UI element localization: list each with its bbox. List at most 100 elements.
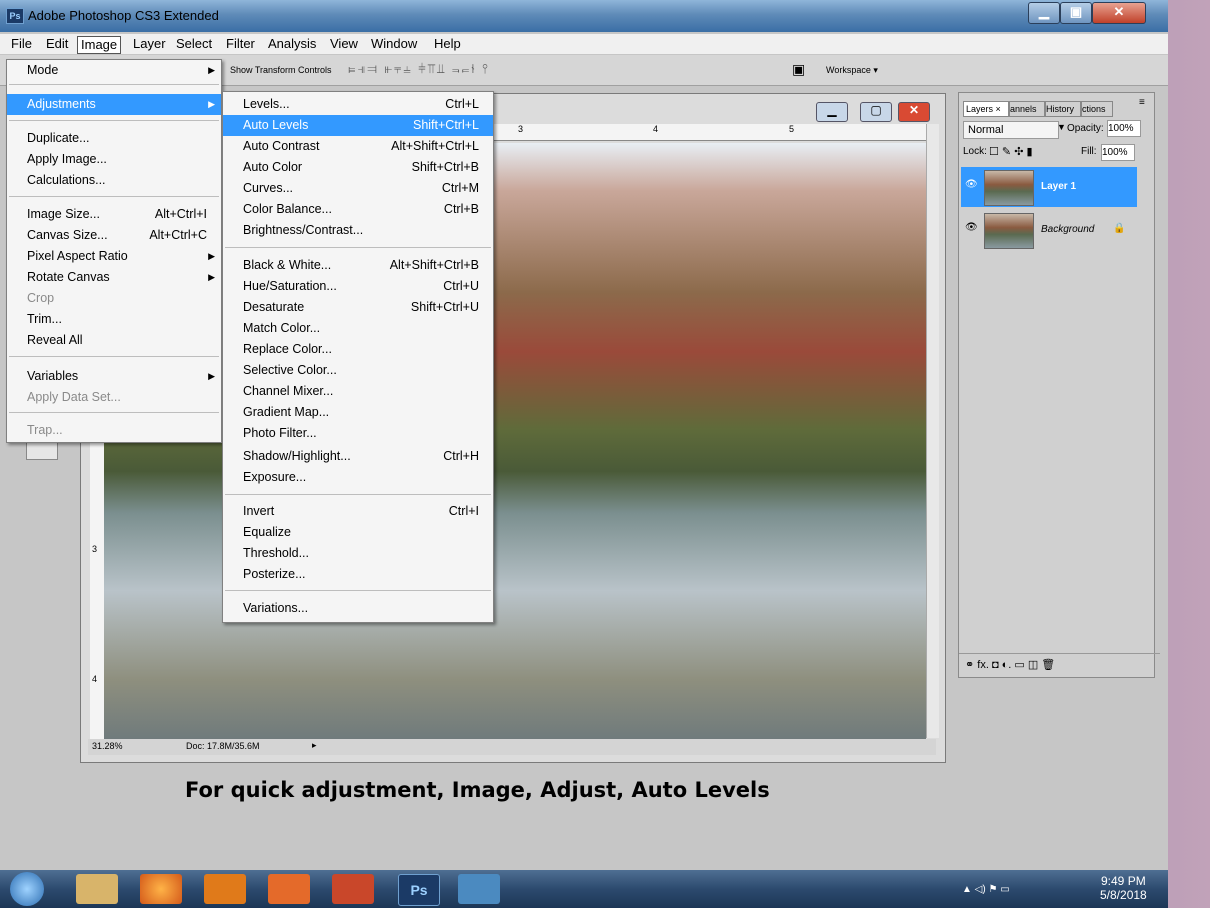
eye-icon[interactable]: 👁 xyxy=(965,179,978,190)
tab-channels[interactable]: annels xyxy=(1009,101,1045,117)
maximize-icon: ▢ xyxy=(870,103,882,117)
menu-window[interactable]: Window xyxy=(368,36,420,52)
menu-item-posterize[interactable]: Posterize... xyxy=(223,564,493,585)
menu-item-brightness-contrast[interactable]: Brightness/Contrast... xyxy=(223,220,493,241)
submenu-arrow-icon: ▶ xyxy=(208,272,215,282)
zoom-level[interactable]: 31.28% xyxy=(92,741,123,751)
close-button[interactable]: ✕ xyxy=(1092,2,1146,24)
eye-icon[interactable]: 👁 xyxy=(965,222,978,233)
menu-item-calculations[interactable]: Calculations... xyxy=(7,170,221,191)
doc-close-button[interactable]: ✕ xyxy=(898,102,930,122)
menu-item-selective-color[interactable]: Selective Color... xyxy=(223,360,493,381)
tab-history[interactable]: History xyxy=(1045,101,1081,117)
menu-item-curves[interactable]: Curves... Ctrl+M xyxy=(223,178,493,199)
menu-analysis[interactable]: Analysis xyxy=(265,36,319,52)
show-transform-controls[interactable]: Show Transform Controls xyxy=(230,65,332,75)
document-status-bar: 31.28% Doc: 17.8M/35.6M ▸ xyxy=(88,739,936,755)
menu-item-color-balance[interactable]: Color Balance... Ctrl+B xyxy=(223,199,493,220)
layers-footer-icons[interactable]: ⚭ fx. ◘ ◐. ▭ ◫ 🗑 xyxy=(959,653,1160,676)
fill-field[interactable]: 100% xyxy=(1101,144,1135,161)
lock-label: Lock: xyxy=(963,146,987,157)
tray-icons[interactable]: ▲ ◁) ⚑ ▭ xyxy=(962,884,1010,895)
menu-item-variables[interactable]: Variables ▶ xyxy=(7,366,221,387)
menu-filter[interactable]: Filter xyxy=(223,36,258,52)
media-player-icon[interactable] xyxy=(204,874,246,904)
minimize-icon: ▁ xyxy=(827,103,837,117)
submenu-arrow-icon: ▶ xyxy=(208,371,215,381)
doc-minimize-button[interactable]: ▁ xyxy=(816,102,848,122)
maximize-button[interactable]: ▣ xyxy=(1060,2,1092,24)
firefox-icon[interactable] xyxy=(140,874,182,904)
file-explorer-icon[interactable] xyxy=(76,874,118,904)
layers-panel: Layers × annels History ctions ≡ Normal … xyxy=(958,92,1160,678)
menu-item-trim[interactable]: Trim... xyxy=(7,309,221,330)
layer-row-layer-1[interactable]: 👁 Layer 1 xyxy=(961,167,1137,207)
menu-file[interactable]: File xyxy=(8,36,35,52)
minimize-button[interactable]: ▁ xyxy=(1028,2,1060,24)
fill-label: Fill: xyxy=(1081,146,1097,157)
photoshop-taskbar-button[interactable]: Ps xyxy=(398,874,440,906)
menu-select[interactable]: Select xyxy=(173,36,215,52)
menu-item-replace-color[interactable]: Replace Color... xyxy=(223,339,493,360)
blend-mode-select[interactable]: Normal xyxy=(963,121,1059,139)
menu-item-gradient-map[interactable]: Gradient Map... xyxy=(223,402,493,423)
ruler-tick-label: 4 xyxy=(92,674,98,684)
menu-item-black-white[interactable]: Black & White... Alt+Shift+Ctrl+B xyxy=(223,255,493,276)
menu-item-levels[interactable]: Levels... Ctrl+L xyxy=(223,94,493,115)
opacity-field[interactable]: 100% xyxy=(1107,120,1141,137)
menu-item-mode[interactable]: Mode ▶ xyxy=(7,60,221,81)
menu-item-exposure[interactable]: Exposure... xyxy=(223,467,493,488)
menu-item-adjustments[interactable]: Adjustments ▶ xyxy=(7,94,221,115)
doc-maximize-button[interactable]: ▢ xyxy=(860,102,892,122)
adjustments-submenu: Levels... Ctrl+L Auto Levels Shift+Ctrl+L … xyxy=(222,91,494,623)
submenu-arrow-icon: ▶ xyxy=(208,65,215,75)
menu-item-auto-levels[interactable]: Auto Levels Shift+Ctrl+L xyxy=(223,115,493,136)
menu-item-canvas-size[interactable]: Canvas Size... Alt+Ctrl+C xyxy=(7,225,221,246)
menu-item-crop: Crop xyxy=(27,291,55,305)
menu-item-variations[interactable]: Variations... xyxy=(223,598,493,619)
lock-icons[interactable]: ☐ ✎ ✣ ▮ xyxy=(989,145,1033,158)
ruler-tick-label: 3 xyxy=(518,124,524,134)
menu-item-auto-color[interactable]: Auto Color Shift+Ctrl+B xyxy=(223,157,493,178)
align-icons[interactable]: ⫢⫣⫤ ⫦⫧⫨ ⫩⫪⫫ ⫬⫭⫮ ⫯ xyxy=(348,61,490,77)
close-icon: ✕ xyxy=(908,103,920,117)
title-bar[interactable]: Ps Adobe Photoshop CS3 Extended ▁ ▣ ✕ xyxy=(0,0,1168,32)
mail-icon[interactable] xyxy=(268,874,310,904)
doc-scrollbar-vertical[interactable] xyxy=(926,124,939,738)
chevron-down-icon: ▼ xyxy=(1057,122,1066,132)
tab-layers[interactable]: Layers × xyxy=(963,101,1009,117)
status-arrow-icon[interactable]: ▸ xyxy=(312,740,317,751)
menu-item-apply-image[interactable]: Apply Image... xyxy=(7,149,221,170)
menu-edit[interactable]: Edit xyxy=(43,36,71,52)
menu-item-pixel-aspect-ratio[interactable]: Pixel Aspect Ratio ▶ xyxy=(7,246,221,267)
menu-item-rotate-canvas[interactable]: Rotate Canvas ▶ xyxy=(7,267,221,288)
menu-item-threshold[interactable]: Threshold... xyxy=(223,543,493,564)
menu-item-equalize[interactable]: Equalize xyxy=(223,522,493,543)
menu-item-invert[interactable]: Invert Ctrl+I xyxy=(223,501,493,522)
menu-item-channel-mixer[interactable]: Channel Mixer... xyxy=(223,381,493,402)
start-button[interactable] xyxy=(10,872,44,906)
layer-row-background[interactable]: 👁 Background 🔒 xyxy=(961,210,1137,250)
workspace-dropdown[interactable]: Workspace ▾ xyxy=(826,65,878,76)
panel-menu-icon[interactable]: ≡ xyxy=(1139,97,1145,108)
menu-item-match-color[interactable]: Match Color... xyxy=(223,318,493,339)
menu-image[interactable]: Image xyxy=(77,36,122,54)
menu-item-desaturate[interactable]: Desaturate Shift+Ctrl+U xyxy=(223,297,493,318)
powerpoint-icon[interactable] xyxy=(332,874,374,904)
photos-icon[interactable] xyxy=(458,874,500,904)
photoshop-logo-icon: Ps xyxy=(6,8,24,24)
menu-item-reveal-all[interactable]: Reveal All xyxy=(7,330,221,351)
close-icon: ✕ xyxy=(1113,4,1125,19)
tab-actions[interactable]: ctions xyxy=(1081,101,1113,117)
menu-item-hue-saturation[interactable]: Hue/Saturation... Ctrl+U xyxy=(223,276,493,297)
ruler-tick-label: 4 xyxy=(653,124,659,134)
menu-item-image-size[interactable]: Image Size... Alt+Ctrl+I xyxy=(7,204,221,225)
menu-view[interactable]: View xyxy=(327,36,361,52)
menu-help[interactable]: Help xyxy=(431,36,464,52)
menu-item-shadow-highlight[interactable]: Shadow/Highlight... Ctrl+H xyxy=(223,446,493,467)
menu-item-photo-filter[interactable]: Photo Filter... xyxy=(223,423,493,444)
clock[interactable]: 9:49 PM 5/8/2018 xyxy=(1100,874,1147,902)
menu-layer[interactable]: Layer xyxy=(130,36,169,52)
menu-item-duplicate[interactable]: Duplicate... xyxy=(7,128,221,149)
menu-item-auto-contrast[interactable]: Auto Contrast Alt+Shift+Ctrl+L xyxy=(223,136,493,157)
